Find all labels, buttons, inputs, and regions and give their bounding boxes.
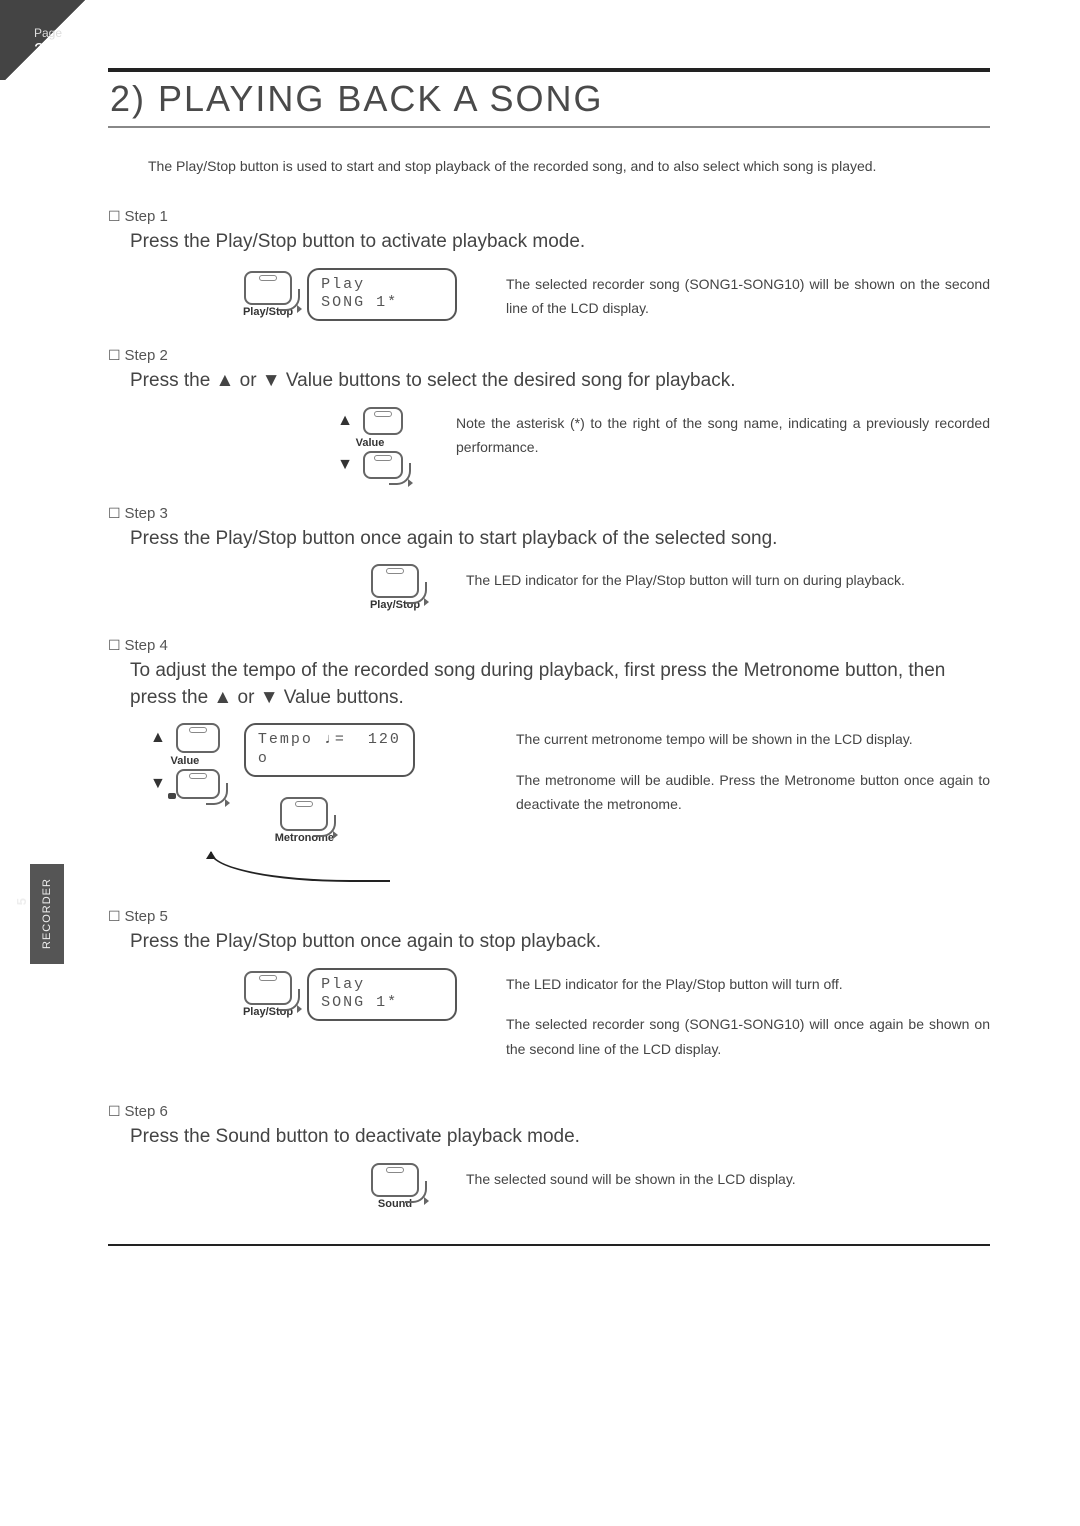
button-icon — [371, 564, 419, 598]
sound-button-graphic: Sound — [371, 1163, 419, 1210]
value-buttons-graphic: ▲ Value ▼ — [337, 407, 403, 479]
section-tab: RECORDER — [30, 864, 64, 964]
step-4: Step 4 To adjust the tempo of the record… — [108, 637, 990, 882]
lcd-display: Tempo ♩= 120 o — [244, 723, 415, 777]
triangle-down-icon: ▼ — [150, 776, 166, 792]
flow-arrow-icon — [210, 852, 390, 882]
step-body: Press the Play/Stop button to activate p… — [130, 229, 990, 256]
step-note: The selected recorder song (SONG1-SONG10… — [506, 268, 990, 321]
step3-illustration: Play/Stop — [350, 564, 440, 611]
triangle-up-icon: ▲ — [337, 413, 353, 429]
step-heading: Step 2 — [108, 347, 990, 364]
step-5: Step 5 Press the Play/Stop button once a… — [108, 908, 990, 1077]
triangle-down-icon: ▼ — [337, 457, 353, 473]
step-heading: Step 5 — [108, 908, 990, 925]
play-stop-button-graphic: Play/Stop — [243, 971, 293, 1018]
page-label: Page — [34, 26, 62, 40]
step-body: Press the ▲ or ▼ Value buttons to select… — [130, 368, 990, 395]
step-heading: Step 4 — [108, 637, 990, 654]
step-body: Press the Sound button to deactivate pla… — [130, 1124, 990, 1151]
title-rule-bottom — [108, 126, 990, 128]
step-note: The current metronome tempo will be show… — [516, 723, 990, 833]
lcd-display: Play SONG 1* — [307, 968, 457, 1022]
button-icon — [244, 271, 292, 305]
value-up-button-icon — [176, 723, 220, 753]
step4-illustration: ▲ Value ▼ Tempo ♩= 120 o Met — [150, 723, 490, 882]
step-2: Step 2 Press the ▲ or ▼ Value buttons to… — [108, 347, 990, 479]
title-rule-top — [108, 68, 990, 72]
play-stop-button-graphic: Play/Stop — [370, 564, 420, 611]
value-down-button-icon — [176, 769, 220, 799]
step-heading: Step 1 — [108, 208, 990, 225]
step1-illustration: Play/Stop Play SONG 1* — [220, 268, 480, 322]
step-body: To adjust the tempo of the recorded song… — [130, 658, 990, 711]
main-content: 2) PLAYING BACK A SONG The Play/Stop but… — [108, 0, 990, 1246]
page-number: 20 — [34, 40, 54, 61]
step-body: Press the Play/Stop button once again to… — [130, 929, 990, 956]
bottom-rule — [108, 1244, 990, 1246]
step2-illustration: ▲ Value ▼ — [310, 407, 430, 479]
triangle-up-icon: ▲ — [150, 730, 166, 746]
button-icon — [371, 1163, 419, 1197]
value-buttons-graphic: ▲ Value ▼ — [150, 723, 220, 799]
step-heading: Step 3 — [108, 505, 990, 522]
lcd-display: Play SONG 1* — [307, 268, 457, 322]
page-title: 2) PLAYING BACK A SONG — [108, 74, 990, 126]
step-note: The LED indicator for the Play/Stop butt… — [506, 968, 990, 1078]
step-1: Step 1 Press the Play/Stop button to act… — [108, 208, 990, 321]
step-heading: Step 6 — [108, 1103, 990, 1120]
value-buttons-label: Value — [356, 437, 385, 449]
step-body: Press the Play/Stop button once again to… — [130, 526, 990, 553]
step-3: Step 3 Press the Play/Stop button once a… — [108, 505, 990, 612]
button-icon — [280, 797, 328, 831]
value-buttons-label: Value — [171, 755, 200, 767]
step-6: Step 6 Press the Sound button to deactiv… — [108, 1103, 990, 1210]
step5-illustration: Play/Stop Play SONG 1* — [220, 968, 480, 1022]
intro-text: The Play/Stop button is used to start an… — [148, 152, 990, 180]
step6-illustration: Sound — [350, 1163, 440, 1210]
value-up-button-icon — [363, 407, 403, 435]
play-stop-button-graphic: Play/Stop — [243, 271, 293, 318]
step-note: The selected sound will be shown in the … — [466, 1163, 990, 1192]
section-tab-number: 5 — [14, 898, 29, 905]
button-icon — [244, 971, 292, 1005]
step-note: Note the asterisk (*) to the right of th… — [456, 407, 990, 460]
value-down-button-icon — [363, 451, 403, 479]
step-note: The LED indicator for the Play/Stop butt… — [466, 564, 990, 593]
